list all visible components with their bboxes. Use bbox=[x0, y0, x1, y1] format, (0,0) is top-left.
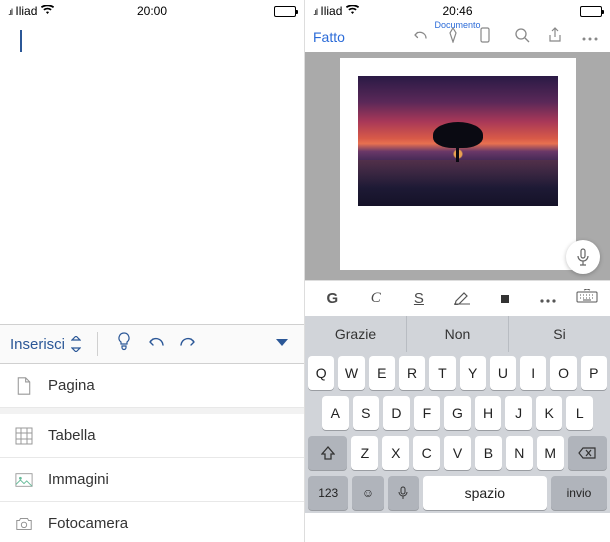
wifi-icon bbox=[41, 4, 54, 18]
more-icon[interactable] bbox=[582, 28, 602, 46]
menu-item-images[interactable]: Immagini bbox=[0, 458, 304, 502]
updown-icon bbox=[69, 334, 83, 354]
key-d[interactable]: D bbox=[383, 396, 410, 430]
menu-item-page[interactable]: Pagina bbox=[0, 364, 304, 408]
suggestion-3[interactable]: Si bbox=[509, 316, 610, 352]
key-e[interactable]: E bbox=[369, 356, 395, 390]
key-b[interactable]: B bbox=[475, 436, 502, 470]
key-c[interactable]: C bbox=[413, 436, 440, 470]
key-k[interactable]: K bbox=[536, 396, 563, 430]
clock: 20:00 bbox=[137, 4, 167, 18]
backspace-key[interactable] bbox=[568, 436, 607, 470]
wifi-icon bbox=[346, 4, 359, 18]
key-i[interactable]: I bbox=[520, 356, 546, 390]
menu-item-camera[interactable]: Fotocamera bbox=[0, 502, 304, 542]
key-u[interactable]: U bbox=[490, 356, 516, 390]
key-j[interactable]: J bbox=[505, 396, 532, 430]
key-w[interactable]: W bbox=[338, 356, 364, 390]
key-h[interactable]: H bbox=[475, 396, 502, 430]
keyboard-suggestions: Grazie Non Si bbox=[305, 316, 610, 352]
key-o[interactable]: O bbox=[550, 356, 576, 390]
redo-icon[interactable] bbox=[172, 334, 204, 355]
keyboard: QWERTYUIOP ASDFGHJKL ZXCVBNM 123 ☺ spazi… bbox=[305, 352, 610, 513]
status-bar-left: .ıl Iliad 20:00 bbox=[0, 0, 304, 22]
key-y[interactable]: Y bbox=[460, 356, 486, 390]
right-phone: .ıl Iliad 20:46 Documento Fatto bbox=[305, 0, 610, 542]
document-blank-area[interactable] bbox=[0, 22, 304, 324]
key-l[interactable]: L bbox=[566, 396, 593, 430]
battery-icon bbox=[580, 6, 602, 17]
key-r[interactable]: R bbox=[399, 356, 425, 390]
share-icon[interactable] bbox=[548, 27, 568, 48]
key-t[interactable]: T bbox=[429, 356, 455, 390]
camera-icon bbox=[14, 514, 34, 534]
done-button[interactable]: Fatto bbox=[313, 29, 345, 45]
doc-title: Documento bbox=[434, 20, 480, 30]
insert-menu: Pagina Tabella Immagini Fotocamera Forme bbox=[0, 364, 304, 542]
key-p[interactable]: P bbox=[581, 356, 607, 390]
text-cursor bbox=[20, 30, 22, 52]
menu-label: Immagini bbox=[48, 471, 109, 488]
page-icon bbox=[14, 376, 34, 396]
dropdown-icon[interactable] bbox=[266, 335, 298, 353]
document-canvas[interactable] bbox=[305, 52, 610, 280]
bold-button[interactable]: G bbox=[313, 290, 352, 307]
insert-toolbar: Inserisci bbox=[0, 324, 304, 364]
key-x[interactable]: X bbox=[382, 436, 409, 470]
key-f[interactable]: F bbox=[414, 396, 441, 430]
carrier-label: .ıl Iliad bbox=[8, 4, 54, 18]
undo-icon[interactable] bbox=[412, 28, 432, 47]
italic-button[interactable]: C bbox=[356, 290, 395, 307]
tab-insert[interactable]: Inserisci bbox=[6, 334, 87, 354]
emoji-key[interactable]: ☺ bbox=[352, 476, 383, 510]
search-icon[interactable] bbox=[514, 27, 534, 48]
color-button[interactable] bbox=[486, 290, 525, 307]
undo-icon[interactable] bbox=[140, 334, 172, 355]
left-phone: .ıl Iliad 20:00 Inserisci bbox=[0, 0, 305, 542]
mobile-icon[interactable] bbox=[480, 27, 500, 48]
key-s[interactable]: S bbox=[353, 396, 380, 430]
key-q[interactable]: Q bbox=[308, 356, 334, 390]
key-n[interactable]: N bbox=[506, 436, 533, 470]
format-toolbar: G C S bbox=[305, 280, 610, 316]
document-nav: Documento Fatto bbox=[305, 22, 610, 52]
shift-key[interactable] bbox=[308, 436, 347, 470]
underline-button[interactable]: S bbox=[399, 290, 438, 307]
menu-label: Fotocamera bbox=[48, 515, 128, 532]
key-z[interactable]: Z bbox=[351, 436, 378, 470]
more-format-icon[interactable] bbox=[529, 290, 568, 307]
image-icon bbox=[14, 470, 34, 490]
document-page[interactable] bbox=[340, 58, 576, 270]
suggestion-2[interactable]: Non bbox=[407, 316, 509, 352]
table-icon bbox=[14, 426, 34, 446]
key-v[interactable]: V bbox=[444, 436, 471, 470]
battery-area bbox=[274, 6, 296, 17]
inserted-image[interactable] bbox=[358, 76, 558, 206]
carrier-label: .ıl Iliad bbox=[313, 4, 359, 18]
suggestion-1[interactable]: Grazie bbox=[305, 316, 407, 352]
menu-label: Tabella bbox=[48, 427, 96, 444]
battery-area bbox=[580, 6, 602, 17]
key-a[interactable]: A bbox=[322, 396, 349, 430]
menu-item-table[interactable]: Tabella bbox=[0, 414, 304, 458]
numbers-key[interactable]: 123 bbox=[308, 476, 348, 510]
key-m[interactable]: M bbox=[537, 436, 564, 470]
mic-button[interactable] bbox=[566, 240, 600, 274]
lightbulb-icon[interactable] bbox=[108, 332, 140, 357]
clock: 20:46 bbox=[442, 4, 472, 18]
keyboard-icon[interactable] bbox=[572, 289, 602, 309]
mic-key[interactable] bbox=[388, 476, 419, 510]
return-key[interactable]: invio bbox=[551, 476, 607, 510]
space-key[interactable]: spazio bbox=[423, 476, 547, 510]
menu-label: Pagina bbox=[48, 377, 95, 394]
key-g[interactable]: G bbox=[444, 396, 471, 430]
battery-icon bbox=[274, 6, 296, 17]
status-bar-right: .ıl Iliad 20:46 bbox=[305, 0, 610, 22]
highlight-button[interactable] bbox=[443, 289, 482, 309]
